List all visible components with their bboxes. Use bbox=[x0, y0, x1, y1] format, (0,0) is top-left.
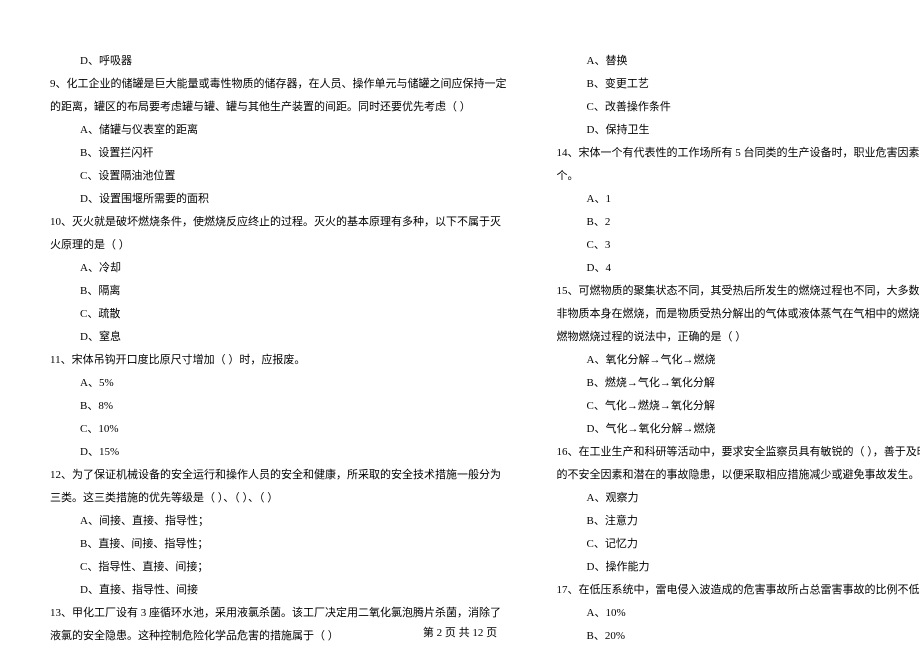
right-line: 非物质本身在燃烧，而是物质受热分解出的气体或液体蒸气在气相中的燃烧。下列关于液体… bbox=[557, 303, 920, 326]
right-line: A、观察力 bbox=[557, 487, 920, 510]
left-line: D、呼吸器 bbox=[50, 50, 507, 73]
page-footer: 第 2 页 共 12 页 bbox=[0, 624, 920, 640]
right-line: A、10% bbox=[557, 602, 920, 625]
right-line: D、气化→氧化分解→燃烧 bbox=[557, 418, 920, 441]
right-line: 14、宋体一个有代表性的工作场所有 5 台同类的生产设备时，职业危害因素采样点应… bbox=[557, 142, 920, 165]
right-line: C、3 bbox=[557, 234, 920, 257]
right-line: A、氧化分解→气化→燃烧 bbox=[557, 349, 920, 372]
right-line: B、燃烧→气化→氧化分解 bbox=[557, 372, 920, 395]
right-line: D、操作能力 bbox=[557, 556, 920, 579]
left-line: 13、甲化工厂设有 3 座循环水池，采用液氯杀菌。该工厂决定用二氧化氯泡腾片杀菌… bbox=[50, 602, 507, 625]
left-line: 10、灭火就是破坏燃烧条件，使燃烧反应终止的过程。灭火的基本原理有多种，以下不属… bbox=[50, 211, 507, 234]
right-line: D、保持卫生 bbox=[557, 119, 920, 142]
left-line: C、设置隔油池位置 bbox=[50, 165, 507, 188]
right-line: 17、在低压系统中，雷电侵入波造成的危害事故所占总雷害事故的比例不低于（ ） bbox=[557, 579, 920, 602]
right-line: B、2 bbox=[557, 211, 920, 234]
right-line: 的不安全因素和潜在的事故隐患，以便采取相应措施减少或避免事故发生。 bbox=[557, 464, 920, 487]
right-line: B、注意力 bbox=[557, 510, 920, 533]
right-line: D、4 bbox=[557, 257, 920, 280]
right-line: A、替换 bbox=[557, 50, 920, 73]
left-line: 三类。这三类措施的优先等级是（ ）、（ ）、（ ） bbox=[50, 487, 507, 510]
right-line: 个。 bbox=[557, 165, 920, 188]
left-line: B、隔离 bbox=[50, 280, 507, 303]
right-column: A、替换B、变更工艺C、改善操作条件D、保持卫生14、宋体一个有代表性的工作场所… bbox=[532, 50, 920, 590]
left-line: C、指导性、直接、间接； bbox=[50, 556, 507, 579]
right-line: C、记忆力 bbox=[557, 533, 920, 556]
left-line: A、储罐与仪表室的距离 bbox=[50, 119, 507, 142]
right-line: 燃物燃烧过程的说法中，正确的是（ ） bbox=[557, 326, 920, 349]
right-line: 15、可燃物质的聚集状态不同，其受热后所发生的燃烧过程也不同，大多数可燃物质的燃… bbox=[557, 280, 920, 303]
left-line: 11、宋体吊钩开口度比原尺寸增加（ ）时，应报废。 bbox=[50, 349, 507, 372]
left-line: C、疏散 bbox=[50, 303, 507, 326]
right-line: A、1 bbox=[557, 188, 920, 211]
left-line: A、冷却 bbox=[50, 257, 507, 280]
left-line: B、设置拦闪杆 bbox=[50, 142, 507, 165]
left-column: D、呼吸器9、化工企业的储罐是巨大能量或毒性物质的储存器，在人员、操作单元与储罐… bbox=[50, 50, 532, 590]
left-line: D、设置围堰所需要的面积 bbox=[50, 188, 507, 211]
left-line: 12、为了保证机械设备的安全运行和操作人员的安全和健康，所采取的安全技术措施一般… bbox=[50, 464, 507, 487]
right-line: 16、在工业生产和科研等活动中，要求安全监察员具有敏锐的（ ），善于及时发现生产… bbox=[557, 441, 920, 464]
document-page: D、呼吸器9、化工企业的储罐是巨大能量或毒性物质的储存器，在人员、操作单元与储罐… bbox=[0, 0, 920, 620]
right-line: B、变更工艺 bbox=[557, 73, 920, 96]
left-line: A、5% bbox=[50, 372, 507, 395]
left-line: 的距离，罐区的布局要考虑罐与罐、罐与其他生产装置的间距。同时还要优先考虑（ ） bbox=[50, 96, 507, 119]
left-line: D、直接、指导性、间接 bbox=[50, 579, 507, 602]
left-line: 9、化工企业的储罐是巨大能量或毒性物质的储存器，在人员、操作单元与储罐之间应保持… bbox=[50, 73, 507, 96]
left-line: D、15% bbox=[50, 441, 507, 464]
left-line: B、8% bbox=[50, 395, 507, 418]
right-line: C、气化→燃烧→氧化分解 bbox=[557, 395, 920, 418]
left-line: B、直接、间接、指导性； bbox=[50, 533, 507, 556]
left-line: D、窒息 bbox=[50, 326, 507, 349]
left-line: A、间接、直接、指导性； bbox=[50, 510, 507, 533]
right-line: C、改善操作条件 bbox=[557, 96, 920, 119]
left-line: C、10% bbox=[50, 418, 507, 441]
left-line: 火原理的是（ ） bbox=[50, 234, 507, 257]
